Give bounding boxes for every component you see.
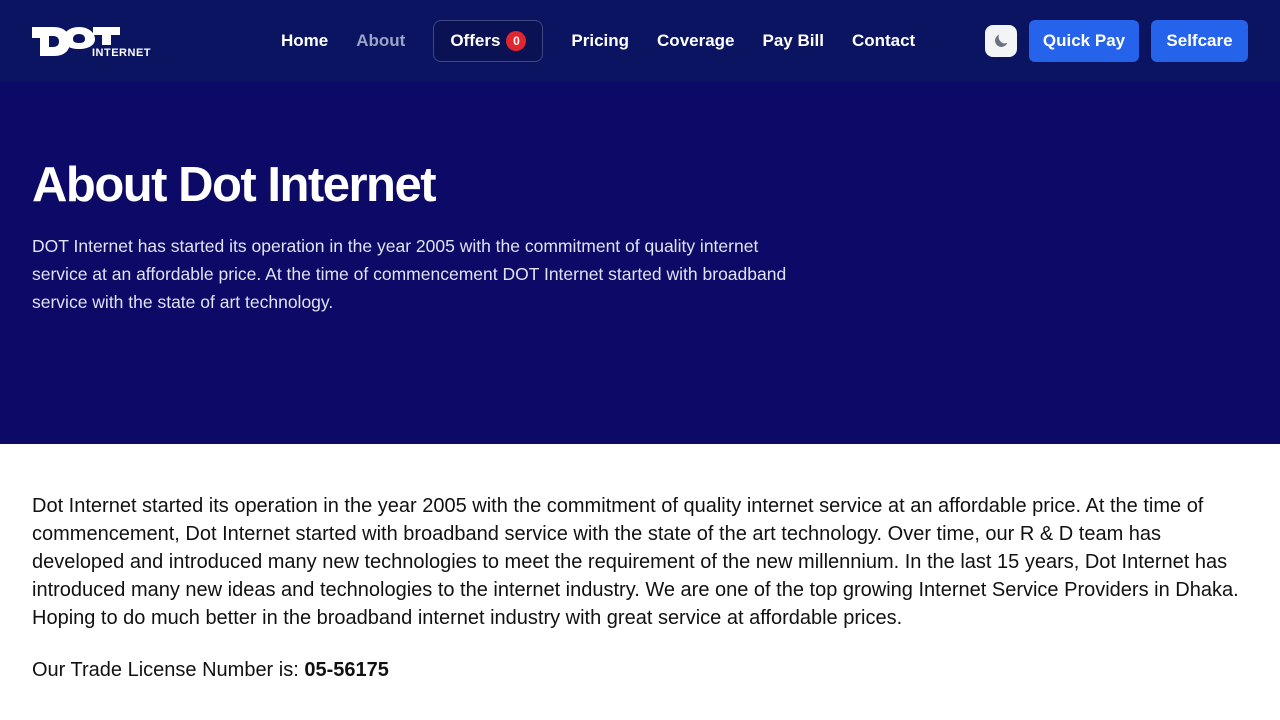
logo-graphic: INTERNET [32,27,151,59]
nav-offers-button[interactable]: Offers 0 [433,20,544,62]
trade-license-number: 05-56175 [304,659,389,681]
theme-toggle-button[interactable] [985,25,1017,57]
nav-coverage[interactable]: Coverage [657,20,734,62]
trade-license: Our Trade License Number is: 05-56175 [32,656,1252,684]
selfcare-button[interactable]: Selfcare [1151,20,1248,62]
nav-contact[interactable]: Contact [852,20,915,62]
nav-about[interactable]: About [356,20,405,62]
hero-description: DOT Internet has started its operation i… [32,236,787,312]
nav-pay-bill[interactable]: Pay Bill [763,20,824,62]
quick-pay-button[interactable]: Quick Pay [1029,20,1139,62]
top-navbar: INTERNET Home About Offers 0 Pricing Cov… [0,0,1280,82]
nav-offers-label: Offers [450,31,501,50]
about-paragraph: Dot Internet started its operation in th… [32,495,1239,629]
page-title: About Dot Internet [32,158,437,212]
moon-icon [995,34,1008,47]
nav-pricing[interactable]: Pricing [571,20,629,62]
logo-subtext: INTERNET [92,47,151,58]
nav-home[interactable]: Home [281,20,328,62]
offers-count-badge: 0 [506,31,527,51]
hero-section: About Dot Internet DOT Internet has star… [0,82,1280,444]
about-content: Dot Internet started its operation in th… [32,492,1252,708]
main-nav: Home About Offers 0 Pricing Coverage Pay… [281,20,915,62]
dot-internet-logo[interactable]: INTERNET [32,25,154,59]
trade-license-label: Our Trade License Number is: [32,659,305,681]
